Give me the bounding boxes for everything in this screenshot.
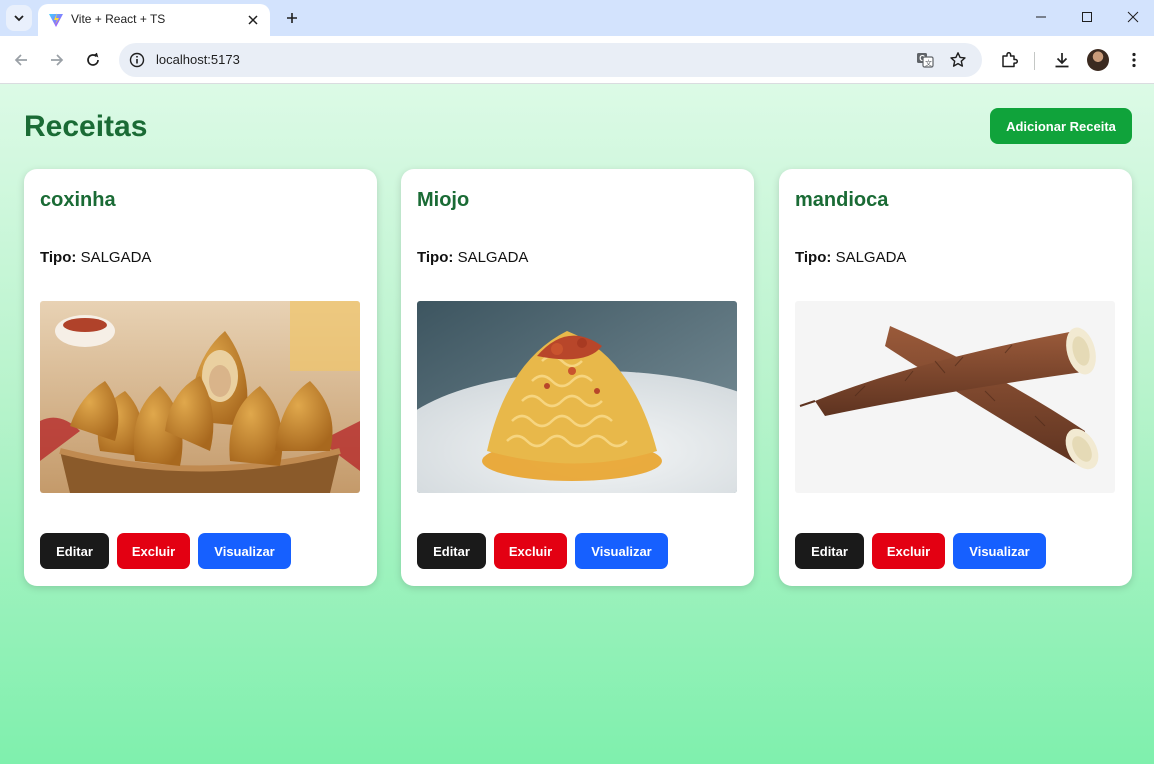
recipe-type-value: SALGADA [835, 249, 907, 266]
address-bar[interactable]: localhost:5173 G文 [119, 43, 982, 77]
recipe-name: coxinha [40, 189, 116, 211]
view-button[interactable]: Visualizar [198, 533, 291, 569]
recipe-type: Tipo: SALGADA [417, 249, 528, 266]
plus-icon [287, 13, 297, 23]
recipe-card: mandioca Tipo: SALGADA Editar Excluir Vi… [779, 169, 1132, 586]
recipe-type: Tipo: SALGADA [795, 249, 906, 266]
tab-bar: Vite + React + TS [0, 0, 1154, 36]
add-recipe-button[interactable]: Adicionar Receita [990, 108, 1132, 144]
view-button[interactable]: Visualizar [575, 533, 668, 569]
page-content: Receitas Adicionar Receita coxinha Tipo:… [0, 84, 1154, 764]
recipe-type-label: Tipo: [417, 249, 454, 266]
browser-tab[interactable]: Vite + React + TS [38, 4, 270, 36]
browser-toolbar: localhost:5173 G文 [0, 36, 1154, 84]
close-tab-icon[interactable] [244, 11, 262, 29]
back-button[interactable] [7, 46, 35, 74]
noodles-photo [417, 301, 737, 493]
recipe-name: mandioca [795, 189, 889, 211]
tab-search-button[interactable] [6, 5, 32, 31]
forward-button[interactable] [43, 46, 71, 74]
profile-avatar[interactable] [1087, 49, 1109, 71]
chevron-down-icon [14, 15, 24, 22]
more-menu-icon[interactable] [1122, 48, 1146, 72]
recipe-type: Tipo: SALGADA [40, 249, 151, 266]
recipe-card: coxinha Tipo: SALGADA Editar Excluir Vis… [24, 169, 377, 586]
recipe-type-value: SALGADA [457, 249, 529, 266]
edit-button[interactable]: Editar [795, 533, 864, 569]
bookmark-star-icon[interactable] [949, 51, 967, 69]
translate-icon[interactable]: G文 [916, 51, 934, 69]
cassava-photo [795, 301, 1115, 493]
delete-button[interactable]: Excluir [872, 533, 945, 569]
recipe-card: Miojo Tipo: SALGADA Editar Excluir Visua… [401, 169, 754, 586]
recipe-type-label: Tipo: [795, 249, 832, 266]
recipe-type-label: Tipo: [40, 249, 77, 266]
reload-icon [87, 52, 99, 66]
close-icon [1127, 11, 1139, 23]
url-text: localhost:5173 [156, 52, 240, 67]
vite-logo-icon [49, 13, 63, 27]
maximize-button[interactable] [1064, 0, 1110, 34]
arrow-right-icon [51, 54, 64, 66]
minimize-icon [1036, 16, 1046, 18]
svg-text:文: 文 [925, 59, 932, 68]
tab-title: Vite + React + TS [71, 12, 166, 26]
maximize-icon [1082, 12, 1092, 22]
recipe-type-value: SALGADA [80, 249, 152, 266]
extensions-icon[interactable] [997, 48, 1021, 72]
downloads-icon[interactable] [1050, 48, 1074, 72]
view-button[interactable]: Visualizar [953, 533, 1046, 569]
edit-button[interactable]: Editar [417, 533, 486, 569]
site-info-icon[interactable] [129, 52, 145, 68]
toolbar-divider [1034, 52, 1035, 70]
edit-button[interactable]: Editar [40, 533, 109, 569]
arrow-left-icon [14, 54, 27, 66]
coxinha-photo [40, 301, 360, 493]
reload-button[interactable] [79, 46, 107, 74]
close-window-button[interactable] [1110, 0, 1154, 34]
recipe-name: Miojo [417, 189, 470, 211]
delete-button[interactable]: Excluir [117, 533, 190, 569]
new-tab-button[interactable] [279, 5, 305, 31]
minimize-button[interactable] [1018, 0, 1064, 34]
delete-button[interactable]: Excluir [494, 533, 567, 569]
page-title: Receitas [24, 110, 148, 143]
